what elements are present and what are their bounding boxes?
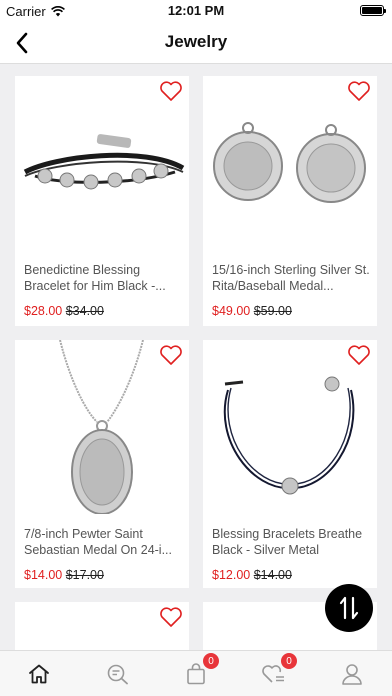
product-name[interactable]: 15/16-inch Sterling Silver St. Rita/Base… — [212, 262, 370, 294]
tab-account[interactable] — [337, 659, 367, 689]
sort-button[interactable] — [325, 584, 373, 632]
product-old-price: $14.00 — [253, 568, 292, 582]
tab-home[interactable] — [24, 659, 54, 689]
tab-wishlist[interactable]: 0 — [259, 653, 297, 689]
shopping-bag-icon — [187, 663, 205, 685]
heart-icon[interactable] — [347, 80, 371, 102]
product-image — [23, 134, 185, 190]
tab-bar: 0 0 — [0, 650, 392, 696]
wishlist-count-badge: 0 — [281, 653, 297, 669]
tab-search[interactable] — [103, 659, 133, 689]
cart-count-badge: 0 — [203, 653, 219, 669]
product-card[interactable]: 7/8-inch Pewter Saint Sebastian Medal On… — [15, 340, 189, 588]
status-bar: Carrier 12:01 PM — [0, 0, 392, 22]
product-old-price: $17.00 — [65, 568, 104, 582]
product-image — [213, 122, 366, 203]
product-name[interactable]: Benedictine Blessing Bracelet for Him Bl… — [24, 262, 182, 294]
user-icon — [342, 664, 362, 685]
product-image — [223, 376, 355, 495]
nav-bar: Jewelry — [0, 22, 392, 64]
product-price: $12.00 — [212, 568, 251, 582]
product-prices: $49.00 $59.00 — [212, 304, 292, 318]
home-icon — [29, 664, 49, 684]
status-time: 12:01 PM — [167, 3, 225, 18]
search-icon — [107, 664, 128, 685]
product-prices: $12.00 $14.00 — [212, 568, 292, 582]
tab-cart[interactable]: 0 — [181, 653, 219, 689]
product-card[interactable] — [15, 602, 189, 650]
product-image — [59, 340, 144, 514]
product-name[interactable]: 7/8-inch Pewter Saint Sebastian Medal On… — [24, 526, 182, 558]
product-name[interactable]: Blessing Bracelets Breathe Black - Silve… — [212, 526, 370, 558]
product-price: $49.00 — [212, 304, 251, 318]
product-grid: Benedictine Blessing Bracelet for Him Bl… — [0, 64, 392, 650]
product-old-price: $34.00 — [65, 304, 104, 318]
battery-icon — [360, 5, 386, 16]
sort-arrows-icon — [339, 596, 359, 620]
product-card[interactable]: 15/16-inch Sterling Silver St. Rita/Base… — [203, 76, 377, 326]
heart-icon[interactable] — [159, 344, 183, 366]
product-card[interactable]: Benedictine Blessing Bracelet for Him Bl… — [15, 76, 189, 326]
heart-icon[interactable] — [347, 344, 371, 366]
product-price: $28.00 — [24, 304, 63, 318]
heart-icon[interactable] — [159, 80, 183, 102]
page-title: Jewelry — [164, 32, 228, 51]
product-prices: $28.00 $34.00 — [24, 304, 104, 318]
product-card[interactable]: Blessing Bracelets Breathe Black - Silve… — [203, 340, 377, 588]
heart-icon[interactable] — [159, 606, 183, 628]
product-prices: $14.00 $17.00 — [24, 568, 104, 582]
product-old-price: $59.00 — [253, 304, 292, 318]
product-price: $14.00 — [24, 568, 63, 582]
